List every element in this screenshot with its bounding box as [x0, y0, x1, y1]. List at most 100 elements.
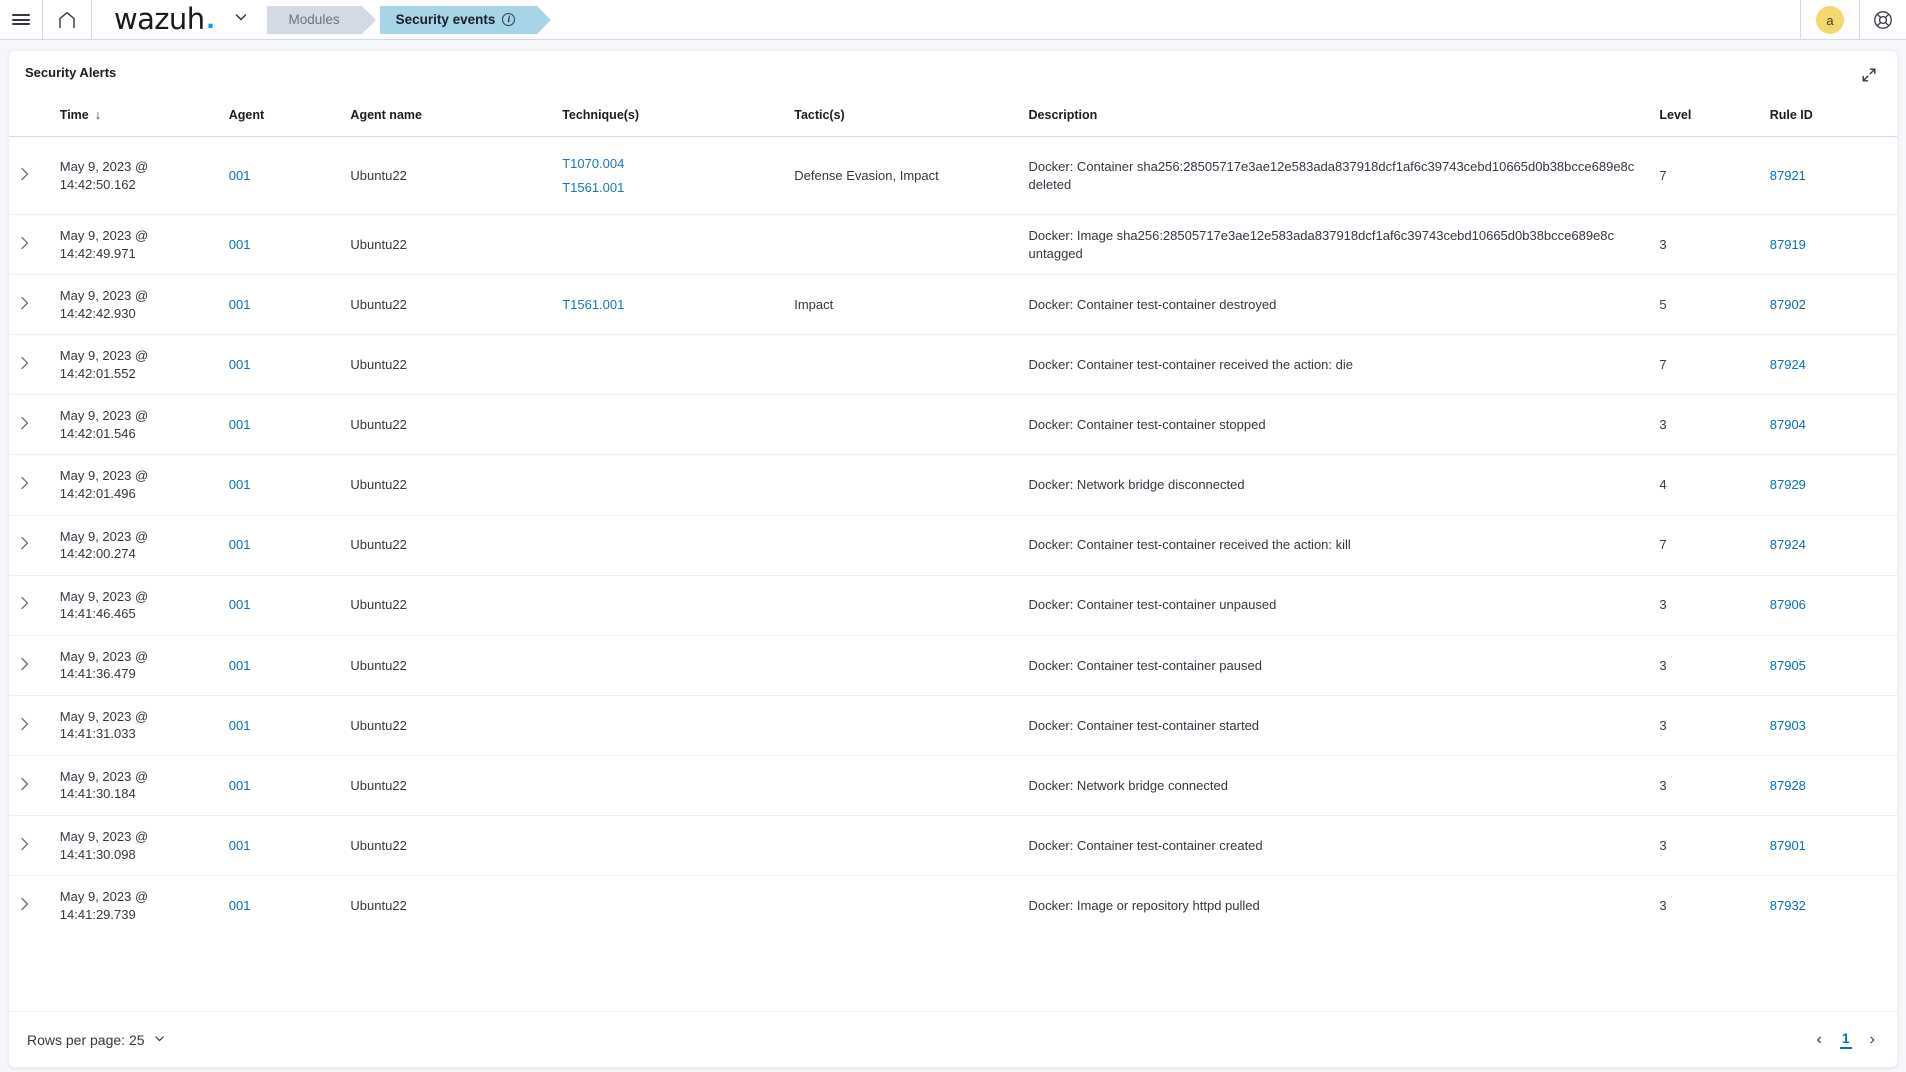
cell-agent[interactable]: 001	[220, 634, 343, 696]
cell-agent[interactable]: 001	[220, 394, 343, 455]
cell-rule-id[interactable]: 87902	[1761, 274, 1897, 335]
cell-agent[interactable]: 001	[220, 514, 343, 576]
table-row[interactable]: May 9, 2023 @ 14:41:30.184 001 Ubuntu22 Doc…	[9, 754, 1897, 816]
lifebuoy-icon[interactable]	[1860, 0, 1906, 40]
breadcrumb-security-events[interactable]: Security events i	[379, 5, 552, 34]
chevron-right-icon[interactable]: ›	[1866, 1029, 1879, 1051]
chevron-left-icon[interactable]: ‹	[1813, 1029, 1826, 1051]
cell-rule-id[interactable]: 87901	[1761, 815, 1897, 876]
cell-rule-id-link[interactable]: 87924	[1770, 537, 1806, 552]
table-row[interactable]: May 9, 2023 @ 14:42:01.552 001 Ubuntu22 Doc…	[9, 334, 1897, 395]
column-header-tactics[interactable]: Tactic(s)	[786, 100, 1020, 137]
cell-rule-id-link[interactable]: 87905	[1770, 658, 1806, 673]
cell-agent[interactable]: 001	[220, 574, 343, 636]
avatar[interactable]: a	[1801, 0, 1859, 40]
cell-rule-id-link[interactable]: 87919	[1770, 237, 1806, 252]
chevron-right-icon[interactable]	[17, 295, 33, 311]
column-header-time[interactable]: Time ↓	[52, 100, 221, 137]
row-expander-cell[interactable]	[9, 394, 52, 455]
row-expander-cell[interactable]	[9, 754, 52, 816]
cell-rule-id-link[interactable]: 87928	[1770, 778, 1806, 793]
technique-link[interactable]: T1561.001	[562, 179, 778, 197]
row-expander-cell[interactable]	[9, 815, 52, 876]
cell-rule-id-link[interactable]: 87903	[1770, 718, 1806, 733]
chevron-right-icon[interactable]	[17, 535, 33, 551]
cell-rule-id[interactable]: 87932	[1761, 875, 1897, 936]
cell-techniques[interactable]: T1561.001	[554, 274, 787, 335]
cell-agent-link[interactable]: 001	[229, 168, 251, 183]
cell-techniques[interactable]: T1070.004 T1561.001	[554, 135, 787, 215]
table-row[interactable]: May 9, 2023 @ 14:42:01.546 001 Ubuntu22 Doc…	[9, 394, 1897, 455]
cell-agent[interactable]: 001	[220, 815, 343, 876]
cell-agent-link[interactable]: 001	[229, 778, 251, 793]
brand-logo[interactable]: wazuh .	[92, 5, 249, 34]
chevron-right-icon[interactable]	[17, 896, 33, 912]
chevron-right-icon[interactable]	[17, 415, 33, 431]
chevron-right-icon[interactable]	[17, 836, 33, 852]
table-row[interactable]: May 9, 2023 @ 14:41:46.465 001 Ubuntu22 Doc…	[9, 574, 1897, 636]
row-expander-cell[interactable]	[9, 274, 52, 335]
cell-rule-id[interactable]: 87906	[1761, 574, 1897, 636]
cell-agent-link[interactable]: 001	[229, 477, 251, 492]
chevron-right-icon[interactable]	[17, 656, 33, 672]
breadcrumb-modules[interactable]: Modules	[266, 5, 376, 34]
cell-rule-id[interactable]: 87919	[1761, 214, 1897, 275]
chevron-right-icon[interactable]	[17, 166, 33, 182]
cell-agent-link[interactable]: 001	[229, 658, 251, 673]
row-expander-cell[interactable]	[9, 634, 52, 696]
column-header-agent[interactable]: Agent	[221, 100, 343, 137]
cell-rule-id[interactable]: 87924	[1761, 334, 1897, 395]
table-row[interactable]: May 9, 2023 @ 14:41:29.739 001 Ubuntu22 Doc…	[9, 875, 1897, 936]
expand-icon[interactable]	[1857, 65, 1881, 90]
table-row[interactable]: May 9, 2023 @ 14:41:30.098 001 Ubuntu22 Doc…	[9, 815, 1897, 876]
cell-agent-link[interactable]: 001	[229, 597, 251, 612]
cell-rule-id-link[interactable]: 87906	[1770, 597, 1806, 612]
technique-link[interactable]: T1561.001	[562, 296, 778, 314]
row-expander-cell[interactable]	[9, 875, 52, 936]
cell-rule-id[interactable]: 87929	[1761, 454, 1897, 516]
cell-agent[interactable]: 001	[220, 214, 343, 275]
cell-rule-id[interactable]: 87903	[1761, 694, 1897, 756]
row-expander-cell[interactable]	[9, 214, 52, 275]
cell-rule-id-link[interactable]: 87904	[1770, 417, 1806, 432]
cell-agent-link[interactable]: 001	[229, 537, 251, 552]
table-row[interactable]: May 9, 2023 @ 14:41:36.479 001 Ubuntu22 Doc…	[9, 634, 1897, 696]
cell-agent[interactable]: 001	[220, 754, 343, 816]
table-row[interactable]: May 9, 2023 @ 14:42:49.971 001 Ubuntu22 Doc…	[9, 214, 1897, 275]
cell-agent-link[interactable]: 001	[229, 898, 251, 913]
cell-agent-link[interactable]: 001	[229, 417, 251, 432]
row-expander-cell[interactable]	[9, 334, 52, 395]
cell-rule-id-link[interactable]: 87932	[1770, 898, 1806, 913]
cell-rule-id[interactable]: 87928	[1761, 754, 1897, 816]
column-header-agent-name[interactable]: Agent name	[342, 100, 554, 137]
home-icon[interactable]	[43, 0, 91, 40]
cell-agent[interactable]: 001	[220, 875, 343, 936]
row-expander-cell[interactable]	[9, 574, 52, 636]
chevron-right-icon[interactable]	[17, 355, 33, 371]
cell-agent[interactable]: 001	[220, 334, 343, 395]
row-expander-cell[interactable]	[9, 514, 52, 576]
cell-agent[interactable]: 001	[220, 694, 343, 756]
cell-agent[interactable]: 001	[220, 274, 343, 335]
column-header-rule-id[interactable]: Rule ID	[1762, 100, 1897, 137]
hamburger-icon[interactable]	[0, 0, 42, 40]
column-header-level[interactable]: Level	[1651, 100, 1761, 137]
column-header-techniques[interactable]: Technique(s)	[554, 100, 786, 137]
table-row[interactable]: May 9, 2023 @ 14:42:50.162 001 Ubuntu22 T10…	[9, 135, 1897, 215]
row-expander-cell[interactable]	[9, 135, 52, 215]
technique-link[interactable]: T1070.004	[562, 155, 778, 173]
table-row[interactable]: May 9, 2023 @ 14:42:00.274 001 Ubuntu22 Doc…	[9, 514, 1897, 576]
chevron-right-icon[interactable]	[17, 716, 33, 732]
cell-agent-link[interactable]: 001	[229, 237, 251, 252]
table-row[interactable]: May 9, 2023 @ 14:42:42.930 001 Ubuntu22 T15…	[9, 274, 1897, 335]
cell-rule-id-link[interactable]: 87924	[1770, 357, 1806, 372]
info-icon[interactable]: i	[502, 13, 516, 26]
cell-agent-link[interactable]: 001	[229, 838, 251, 853]
chevron-right-icon[interactable]	[17, 776, 33, 792]
chevron-right-icon[interactable]	[17, 235, 33, 251]
column-header-description[interactable]: Description	[1021, 100, 1652, 137]
chevron-right-icon[interactable]	[17, 475, 33, 491]
chevron-down-icon[interactable]	[233, 9, 249, 30]
cell-agent-link[interactable]: 001	[229, 357, 251, 372]
cell-agent[interactable]: 001	[220, 454, 343, 516]
